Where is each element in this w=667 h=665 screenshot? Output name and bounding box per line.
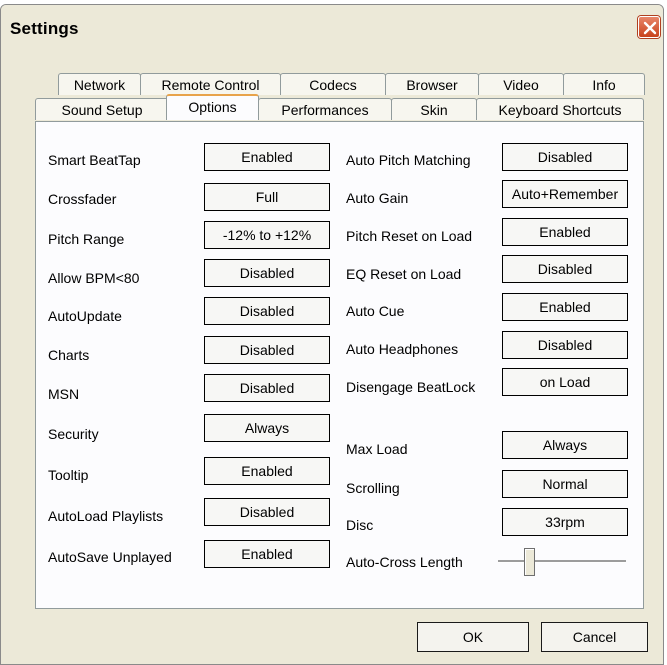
smart-beattap-label: Smart BeatTap bbox=[48, 152, 141, 168]
auto-cross-length-label: Auto-Cross Length bbox=[346, 554, 463, 570]
scrolling-label: Scrolling bbox=[346, 480, 400, 496]
smart-beattap-value[interactable]: Enabled bbox=[204, 143, 330, 171]
autosave-unplayed-label: AutoSave Unplayed bbox=[48, 549, 172, 565]
title-bar[interactable]: Settings bbox=[1, 5, 663, 51]
pitch-range-label: Pitch Range bbox=[48, 231, 125, 247]
crossfader-label: Crossfader bbox=[48, 191, 117, 207]
autoupdate-label: AutoUpdate bbox=[48, 308, 122, 324]
pitch-reset-label: Pitch Reset on Load bbox=[346, 228, 473, 244]
autoupdate-value[interactable]: Disabled bbox=[204, 297, 330, 325]
close-icon bbox=[643, 21, 657, 35]
auto-headphones-label: Auto Headphones bbox=[346, 341, 459, 357]
msn-value[interactable]: Disabled bbox=[204, 374, 330, 402]
autosave-unplayed-value[interactable]: Enabled bbox=[204, 540, 330, 568]
auto-headphones-value[interactable]: Disabled bbox=[502, 331, 628, 359]
tab-browser[interactable]: Browser bbox=[385, 73, 479, 95]
tab-remote-control[interactable]: Remote Control bbox=[140, 73, 281, 95]
disengage-beatlock-label: Disengage BeatLock bbox=[346, 379, 476, 395]
auto-cue-value[interactable]: Enabled bbox=[502, 293, 628, 321]
disengage-beatlock-value[interactable]: on Load bbox=[502, 368, 628, 396]
max-load-label: Max Load bbox=[346, 441, 408, 457]
tab-video[interactable]: Video bbox=[478, 73, 564, 95]
charts-value[interactable]: Disabled bbox=[204, 336, 330, 364]
tab-skin[interactable]: Skin bbox=[391, 98, 477, 120]
close-button[interactable] bbox=[638, 16, 660, 38]
tab-options[interactable]: Options bbox=[166, 94, 259, 120]
pitch-range-value[interactable]: -12% to +12% bbox=[204, 221, 330, 249]
auto-cross-length-thumb[interactable] bbox=[523, 548, 535, 576]
tab-info[interactable]: Info bbox=[563, 73, 645, 95]
msn-label: MSN bbox=[48, 386, 80, 402]
tooltip-label: Tooltip bbox=[48, 467, 89, 483]
auto-cross-length-track[interactable] bbox=[498, 560, 626, 563]
ok-button[interactable]: OK bbox=[417, 622, 529, 652]
tooltip-value[interactable]: Enabled bbox=[204, 457, 330, 485]
auto-cue-label: Auto Cue bbox=[346, 303, 405, 319]
auto-gain-label: Auto Gain bbox=[346, 190, 409, 206]
autoload-playlists-label: AutoLoad Playlists bbox=[48, 508, 164, 524]
allow-bpm-label: Allow BPM<80 bbox=[48, 270, 140, 286]
cancel-button[interactable]: Cancel bbox=[541, 622, 648, 652]
crossfader-value[interactable]: Full bbox=[204, 183, 330, 211]
tab-network[interactable]: Network bbox=[58, 73, 141, 95]
autoload-playlists-value[interactable]: Disabled bbox=[204, 498, 330, 526]
disc-label: Disc bbox=[346, 517, 374, 533]
tab-performances[interactable]: Performances bbox=[258, 98, 392, 120]
security-value[interactable]: Always bbox=[204, 414, 330, 442]
scrolling-value[interactable]: Normal bbox=[502, 470, 628, 498]
eq-reset-value[interactable]: Disabled bbox=[502, 255, 628, 283]
allow-bpm-value[interactable]: Disabled bbox=[204, 259, 330, 287]
settings-window: Settings Network Remote Control Codecs B… bbox=[0, 4, 664, 665]
charts-label: Charts bbox=[48, 347, 90, 363]
tab-codecs[interactable]: Codecs bbox=[280, 73, 386, 95]
tab-sound-setup[interactable]: Sound Setup bbox=[35, 98, 169, 120]
auto-pitch-matching-value[interactable]: Disabled bbox=[502, 143, 628, 171]
eq-reset-label: EQ Reset on Load bbox=[346, 266, 462, 282]
security-label: Security bbox=[48, 426, 99, 442]
disc-value[interactable]: 33rpm bbox=[502, 508, 628, 536]
window-title: Settings bbox=[10, 19, 79, 38]
pitch-reset-value[interactable]: Enabled bbox=[502, 218, 628, 246]
auto-gain-value[interactable]: Auto+Remember bbox=[502, 180, 628, 208]
max-load-value[interactable]: Always bbox=[502, 431, 628, 459]
tab-keyboard-shortcuts[interactable]: Keyboard Shortcuts bbox=[476, 98, 644, 120]
auto-pitch-matching-label: Auto Pitch Matching bbox=[346, 152, 471, 168]
